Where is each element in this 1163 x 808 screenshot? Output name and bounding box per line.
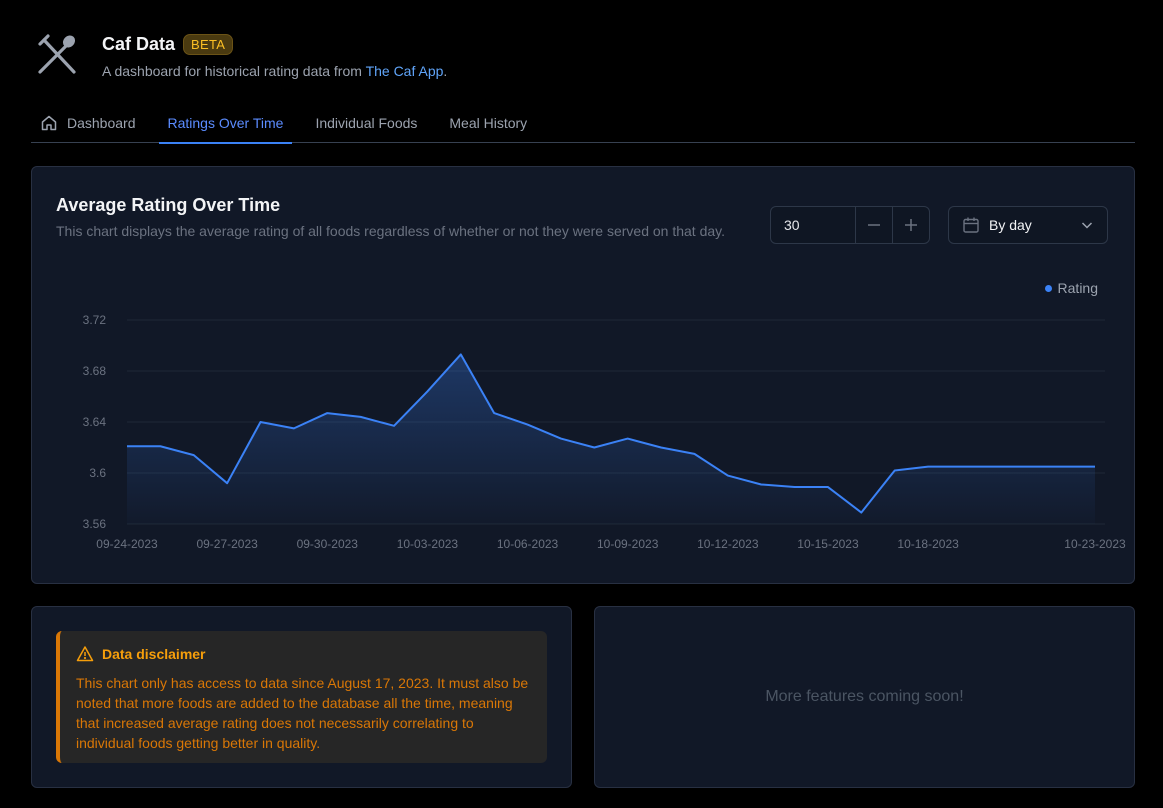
- data-point: [959, 465, 963, 469]
- x-tick-label: 09-24-2023: [96, 537, 158, 551]
- y-tick-label: 3.72: [83, 313, 107, 327]
- tab-individual-foods[interactable]: Individual Foods: [306, 108, 426, 143]
- data-point: [626, 437, 630, 441]
- data-point: [259, 420, 263, 424]
- app-title: Caf Data: [102, 34, 176, 54]
- series-area: [127, 354, 1095, 524]
- data-point: [125, 444, 129, 448]
- tab-ratings-over-time[interactable]: Ratings Over Time: [158, 108, 293, 144]
- nav-tabs: Dashboard Ratings Over Time Individual F…: [31, 108, 1135, 144]
- the-caf-app-link[interactable]: The Caf App: [366, 63, 444, 79]
- tab-meal-history[interactable]: Meal History: [440, 108, 536, 143]
- data-point: [1060, 465, 1064, 469]
- data-point: [158, 444, 162, 448]
- data-point: [1093, 465, 1097, 469]
- app-header: Caf Data BETA A dashboard for historical…: [36, 34, 447, 79]
- x-tick-label: 10-03-2023: [397, 537, 459, 551]
- data-point: [559, 437, 563, 441]
- rating-area-chart: 3.72 3.68 3.64 3.6 3.56 09-24-2023 09-27-2023 0…: [83, 313, 1126, 551]
- x-tick-label: 10-23-2023: [1064, 537, 1126, 551]
- data-point: [926, 465, 930, 469]
- x-tick-label: 10-06-2023: [497, 537, 559, 551]
- y-tick-label: 3.56: [83, 517, 107, 531]
- x-tick-label: 10-12-2023: [697, 537, 759, 551]
- coming-soon-text: More features coming soon!: [765, 688, 964, 705]
- x-tick-label: 10-15-2023: [797, 537, 859, 551]
- data-point: [325, 411, 329, 415]
- data-point: [359, 415, 363, 419]
- data-point: [526, 423, 530, 427]
- disclaimer-body: This chart only has access to data since…: [76, 675, 529, 751]
- home-icon: [41, 115, 57, 130]
- data-point: [859, 511, 863, 515]
- chart-card: Average Rating Over Time This chart disp…: [31, 166, 1135, 584]
- data-point: [192, 453, 196, 457]
- data-point: [659, 446, 663, 450]
- data-point: [793, 485, 797, 489]
- disclaimer-callout: Data disclaimer This chart only has acce…: [56, 631, 547, 763]
- y-tick-label: 3.6: [89, 466, 106, 480]
- tab-dashboard[interactable]: Dashboard: [31, 108, 145, 143]
- data-point: [225, 481, 229, 485]
- y-tick-label: 3.64: [83, 415, 107, 429]
- disclaimer-title: Data disclaimer: [102, 646, 206, 662]
- data-point: [492, 411, 496, 415]
- fork-spoon-icon: [38, 34, 76, 74]
- x-tick-label: 09-30-2023: [297, 537, 359, 551]
- data-point: [993, 465, 997, 469]
- x-tick-label: 10-18-2023: [897, 537, 959, 551]
- disclaimer-card: Data disclaimer This chart only has acce…: [31, 606, 572, 788]
- coming-soon-card: More features coming soon!: [594, 606, 1135, 788]
- x-tick-label: 10-09-2023: [597, 537, 659, 551]
- data-point: [425, 389, 429, 393]
- app-subtitle: A dashboard for historical rating data f…: [102, 63, 448, 79]
- warning-triangle-icon: [76, 646, 94, 662]
- data-point: [392, 424, 396, 428]
- data-point: [726, 474, 730, 478]
- y-tick-label: 3.68: [83, 364, 107, 378]
- x-tick-label: 09-27-2023: [196, 537, 258, 551]
- data-point: [292, 426, 296, 430]
- data-point: [759, 482, 763, 486]
- data-point: [592, 446, 596, 450]
- data-point: [1026, 465, 1030, 469]
- data-point: [692, 452, 696, 456]
- beta-badge: BETA: [183, 34, 234, 55]
- data-point: [893, 468, 897, 472]
- data-point: [459, 352, 463, 356]
- data-point: [826, 485, 830, 489]
